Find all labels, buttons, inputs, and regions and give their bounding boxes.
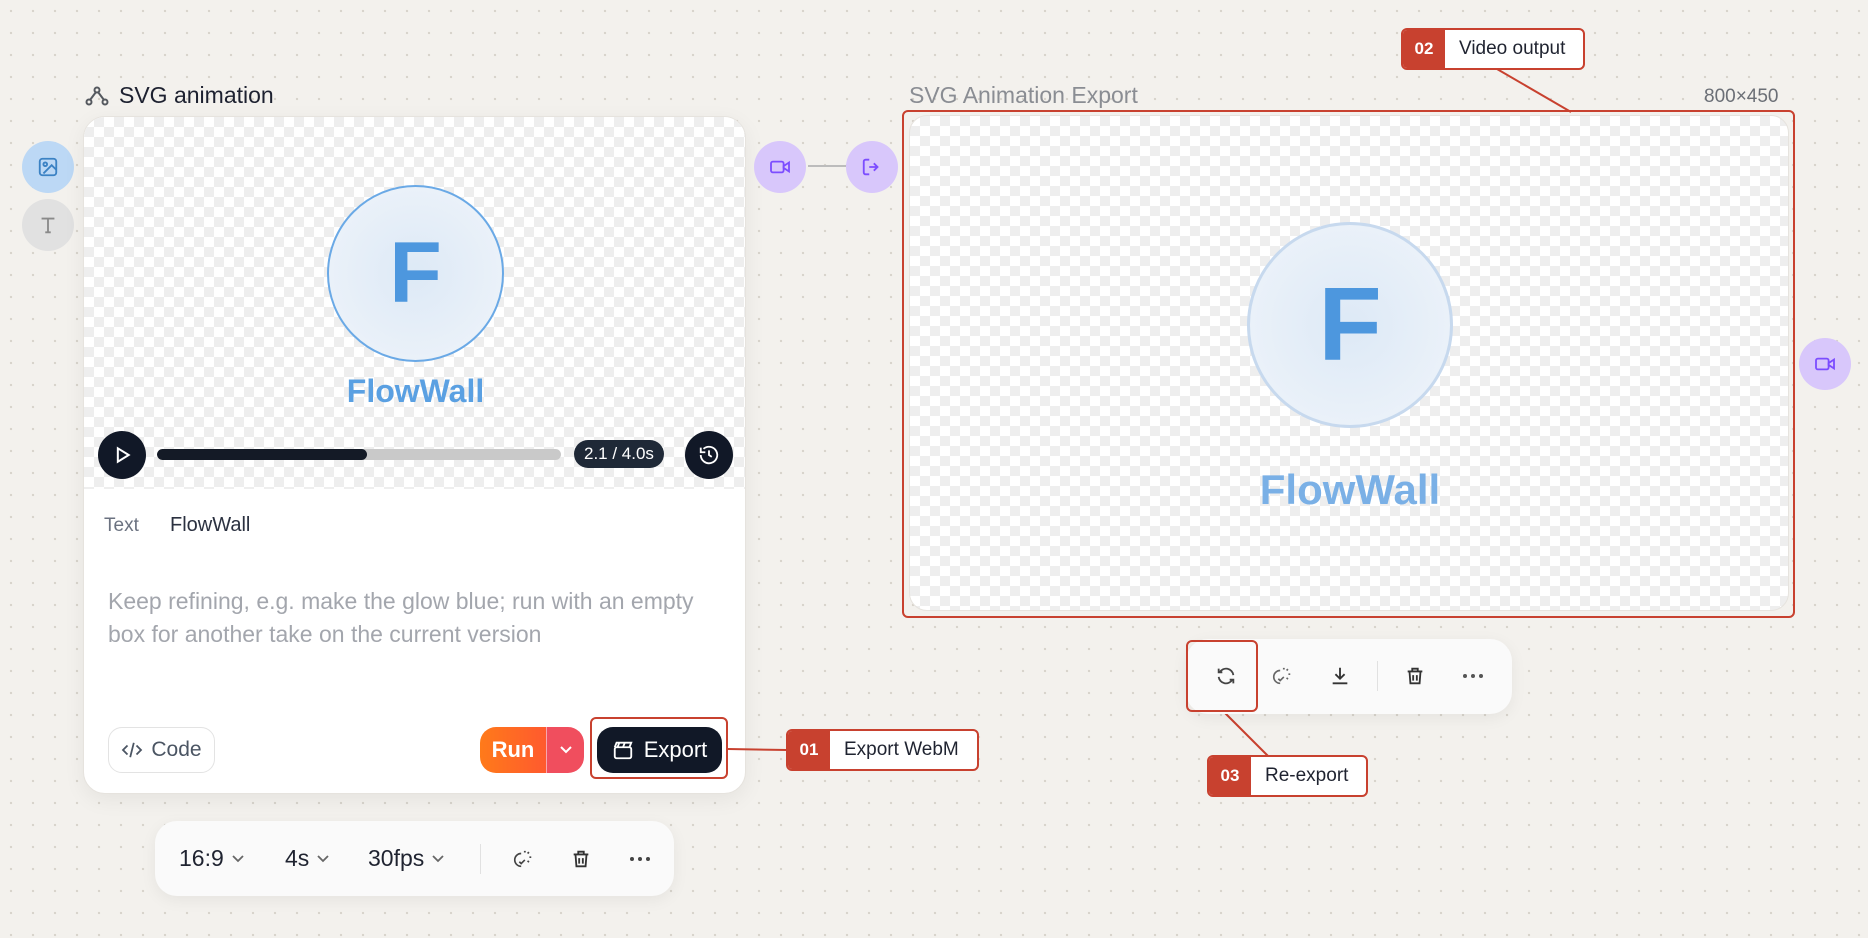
video-camera-icon <box>770 160 790 174</box>
animation-settings-toolbar: 16:9 4s 30fps <box>155 821 674 896</box>
annotation-03: 03 Re-export <box>1207 755 1369 797</box>
video-output-highlight <box>902 110 1795 618</box>
trash-icon <box>573 850 589 867</box>
log-in-icon <box>862 158 879 176</box>
chevron-down-icon <box>432 854 444 862</box>
sparkle-clean-button[interactable] <box>1262 656 1302 696</box>
export-node-title: SVG Animation Export <box>909 82 1138 108</box>
chevron-down-icon <box>232 854 244 862</box>
output-dimensions: 800×450 <box>1704 86 1779 107</box>
fps-value: 30fps <box>368 845 425 871</box>
delete-button[interactable] <box>561 839 601 879</box>
download-button[interactable] <box>1320 656 1360 696</box>
more-icon <box>630 856 650 861</box>
fps-select[interactable]: 30fps <box>368 845 444 872</box>
sparkle-clean-icon <box>1272 667 1291 685</box>
annotation-number: 03 <box>1209 757 1251 795</box>
video-input-port[interactable] <box>754 141 806 193</box>
re-export-highlight <box>1186 640 1258 712</box>
more-button[interactable] <box>1453 656 1493 696</box>
video-camera-icon <box>1815 357 1835 371</box>
trash-icon <box>1407 667 1423 685</box>
aspect-ratio-value: 16:9 <box>179 845 224 871</box>
delete-button[interactable] <box>1395 656 1435 696</box>
aspect-ratio-select[interactable]: 16:9 <box>179 845 244 872</box>
annotation-02: 02 Video output <box>1401 28 1586 70</box>
duration-value: 4s <box>285 845 310 871</box>
annotation-label: Video output <box>1459 38 1566 59</box>
toolbar-divider <box>480 843 481 874</box>
video-output-port[interactable] <box>1799 338 1851 390</box>
download-icon <box>1332 667 1348 685</box>
more-icon <box>1463 674 1483 678</box>
sparkle-clean-icon <box>513 850 532 867</box>
more-button[interactable] <box>620 839 660 879</box>
duration-select[interactable]: 4s <box>285 845 329 872</box>
annotation-number: 02 <box>1403 30 1445 68</box>
annotation-01: 01 Export WebM <box>786 729 979 771</box>
sparkle-clean-button[interactable] <box>503 839 543 879</box>
export-input-port[interactable] <box>846 141 898 193</box>
annotation-label: Re-export <box>1265 765 1349 786</box>
annotation-label: Export WebM <box>844 739 959 760</box>
annotation-number: 01 <box>788 731 830 769</box>
toolbar-divider <box>1377 661 1378 691</box>
chevron-down-icon <box>317 854 329 862</box>
